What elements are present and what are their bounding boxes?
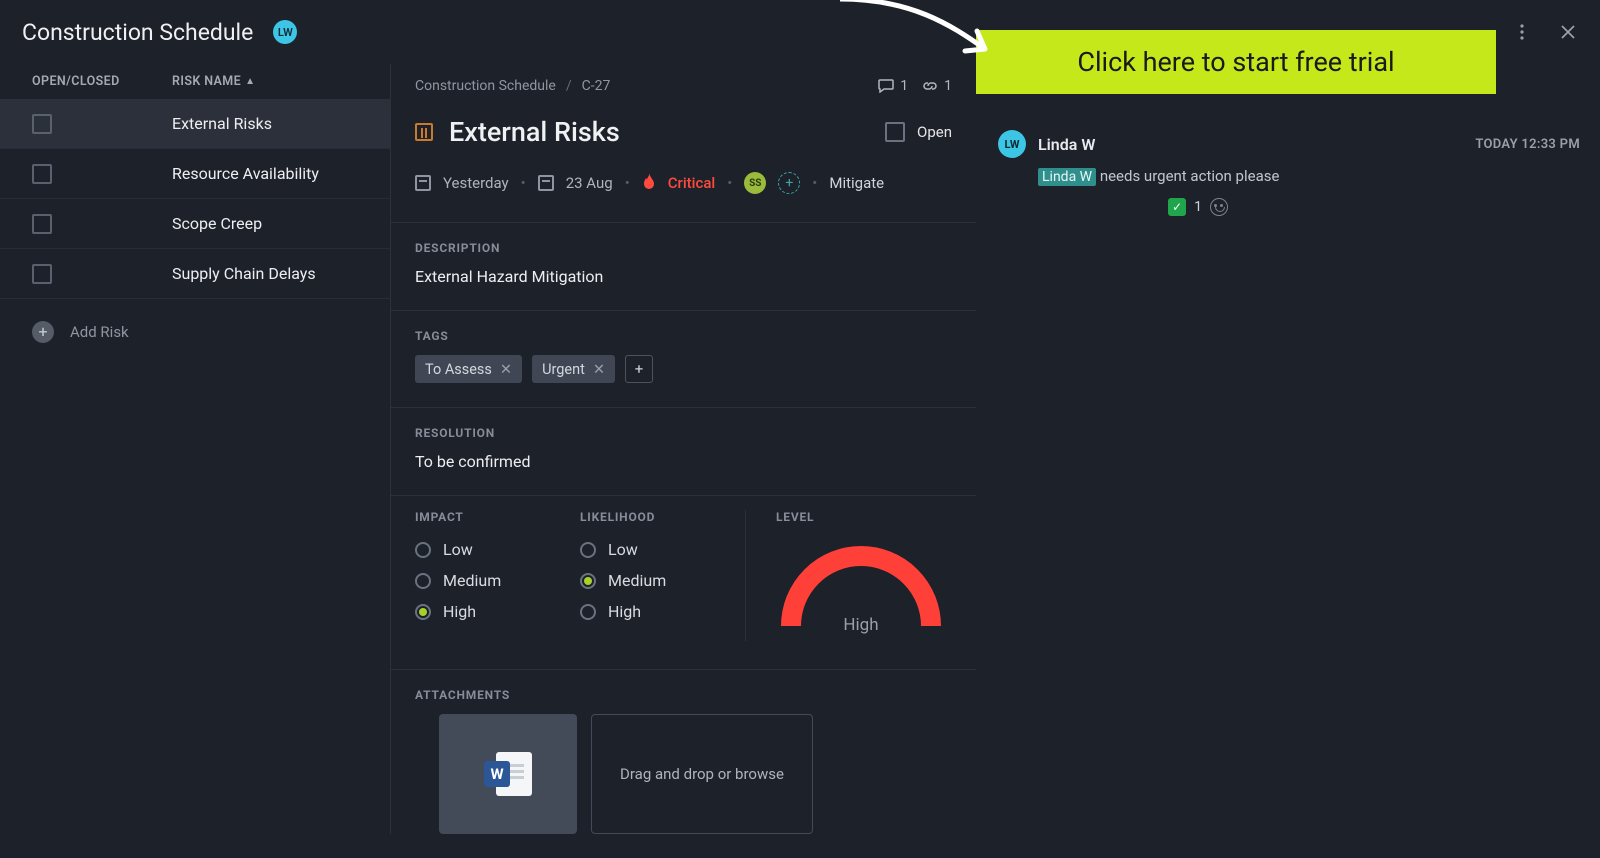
breadcrumb-separator: / [566, 78, 572, 94]
close-icon[interactable] [1558, 22, 1578, 42]
attachments-label: ATTACHMENTS [415, 688, 952, 702]
tag-remove-icon[interactable]: ✕ [593, 361, 605, 378]
comment-body: Linda W needs urgent action please [998, 158, 1580, 188]
radio-icon [580, 542, 596, 558]
open-label: Open [917, 123, 952, 141]
more-icon[interactable] [1512, 22, 1532, 42]
level-value: High [776, 615, 946, 635]
row-checkbox[interactable] [32, 164, 52, 184]
radio-icon [415, 542, 431, 558]
status-label[interactable]: Mitigate [829, 174, 884, 192]
likelihood-option-low[interactable]: Low [580, 540, 745, 559]
impact-option-high[interactable]: High [415, 602, 580, 621]
radio-icon [580, 604, 596, 620]
column-risk-name[interactable]: RISK NAME ▲ [172, 74, 255, 89]
comments-count: 1 [900, 78, 908, 94]
calendar-icon [538, 175, 554, 191]
description-label: DESCRIPTION [415, 241, 952, 255]
attachment-dropzone[interactable]: Drag and drop or browse [591, 714, 813, 834]
row-checkbox[interactable] [32, 264, 52, 284]
plus-icon: + [32, 321, 54, 343]
risk-row[interactable]: External Risks [0, 99, 390, 149]
add-assignee-button[interactable]: + [778, 172, 800, 194]
risk-type-icon [415, 123, 433, 141]
comment-icon[interactable] [878, 79, 894, 93]
breadcrumb-parent[interactable]: Construction Schedule [415, 78, 556, 94]
resolution-value[interactable]: To be confirmed [415, 452, 952, 471]
risk-row[interactable]: Scope Creep [0, 199, 390, 249]
tag-chip[interactable]: To Assess ✕ [415, 355, 522, 383]
row-checkbox[interactable] [32, 114, 52, 134]
risk-name: Resource Availability [172, 164, 319, 183]
assignee-avatar[interactable]: SS [744, 172, 766, 194]
tag-remove-icon[interactable]: ✕ [500, 361, 512, 378]
level-gauge: High [776, 546, 946, 641]
impact-option-low[interactable]: Low [415, 540, 580, 559]
description-value[interactable]: External Hazard Mitigation [415, 267, 952, 286]
open-checkbox[interactable] [885, 122, 905, 142]
resolution-label: RESOLUTION [415, 426, 952, 440]
priority-label[interactable]: Critical [668, 174, 715, 192]
column-open-closed[interactable]: OPEN/CLOSED [32, 74, 172, 89]
add-risk-label: Add Risk [70, 323, 129, 341]
list-header: OPEN/CLOSED RISK NAME ▲ [0, 64, 390, 99]
tag-chip[interactable]: Urgent ✕ [532, 355, 615, 383]
radio-icon [415, 604, 431, 620]
risk-list-panel: OPEN/CLOSED RISK NAME ▲ External Risks R… [0, 64, 390, 834]
avatar[interactable]: LW [998, 130, 1026, 158]
link-icon[interactable] [922, 79, 938, 93]
comment: LW Linda W TODAY 12:33 PM Linda W needs … [976, 94, 1600, 216]
fire-icon [642, 173, 656, 193]
level-label: LEVEL [776, 510, 814, 524]
risk-name: Scope Creep [172, 214, 262, 233]
word-doc-icon: W [484, 752, 532, 796]
avatar[interactable]: LW [273, 20, 297, 44]
add-risk-button[interactable]: + Add Risk [0, 299, 390, 365]
links-count: 1 [944, 78, 952, 94]
radio-icon [580, 573, 596, 589]
date-end[interactable]: 23 Aug [566, 174, 613, 192]
likelihood-option-medium[interactable]: Medium [580, 571, 745, 590]
comment-timestamp: TODAY 12:33 PM [1475, 137, 1580, 152]
attachment-thumbnail[interactable]: W [439, 714, 577, 834]
risk-name: External Risks [172, 114, 272, 133]
tags-label: TAGS [415, 329, 952, 343]
impact-label: IMPACT [415, 510, 580, 524]
sort-asc-icon: ▲ [245, 76, 255, 87]
risk-name: Supply Chain Delays [172, 264, 316, 283]
risk-title[interactable]: External Risks [449, 116, 620, 148]
risk-row[interactable]: Resource Availability [0, 149, 390, 199]
comment-author[interactable]: Linda W [1038, 135, 1095, 154]
reaction-count: 1 [1194, 199, 1202, 215]
impact-option-medium[interactable]: Medium [415, 571, 580, 590]
row-checkbox[interactable] [32, 214, 52, 234]
free-trial-banner[interactable]: Click here to start free trial [976, 30, 1496, 94]
calendar-icon [415, 175, 431, 191]
risk-row[interactable]: Supply Chain Delays [0, 249, 390, 299]
add-tag-button[interactable]: + [625, 355, 653, 383]
likelihood-label: LIKELIHOOD [580, 510, 745, 524]
date-start[interactable]: Yesterday [443, 174, 509, 192]
comments-panel: Click here to start free trial LW Linda … [976, 64, 1600, 834]
breadcrumb-id[interactable]: C-27 [582, 78, 611, 94]
open-toggle[interactable]: Open [885, 122, 952, 142]
workspace-title: Construction Schedule [22, 19, 253, 46]
likelihood-option-high[interactable]: High [580, 602, 745, 621]
radio-icon [415, 573, 431, 589]
risk-detail-panel: Construction Schedule / C-27 1 1 Externa… [390, 64, 976, 834]
checkmark-reaction-icon[interactable]: ✓ [1168, 198, 1186, 216]
mention-chip[interactable]: Linda W [1038, 168, 1096, 186]
meta-row: Yesterday • 23 Aug • Critical • SS + • M… [391, 148, 976, 222]
add-reaction-icon[interactable] [1210, 198, 1228, 216]
